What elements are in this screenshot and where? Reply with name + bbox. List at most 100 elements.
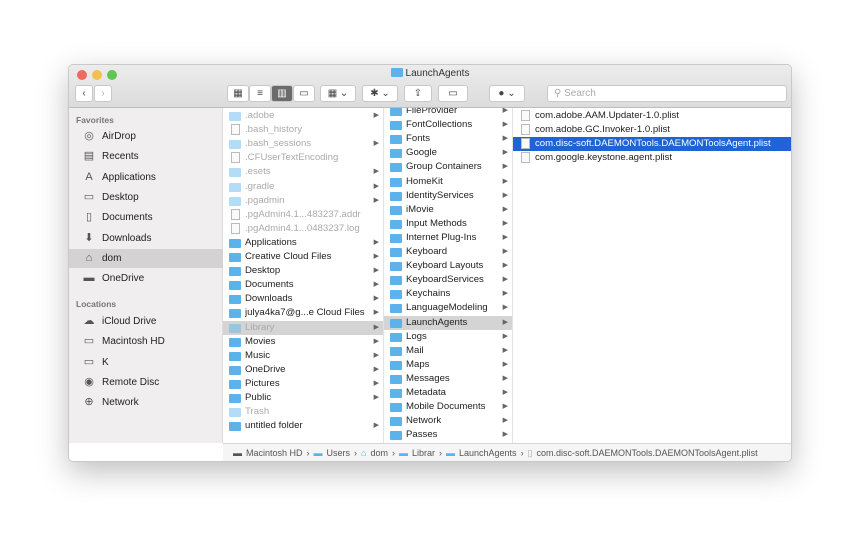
path-segment[interactable]: Librar xyxy=(412,448,435,458)
back-button[interactable]: ‹ xyxy=(75,85,93,102)
folder-item[interactable]: Metadata ▶ xyxy=(384,386,512,400)
folder-item[interactable]: Library ▶ xyxy=(223,320,383,335)
folder-item[interactable]: Internet Plug-Ins ▶ xyxy=(384,231,512,245)
folder-icon xyxy=(229,408,241,418)
folder-icon xyxy=(229,253,241,262)
folder-icon xyxy=(390,374,402,384)
folder-item[interactable]: Keyboard Layouts ▶ xyxy=(384,259,512,273)
folder-item[interactable]: Group Containers ▶ xyxy=(384,160,512,174)
sidebar-item-onedrive[interactable]: ▬ OneDrive xyxy=(69,269,223,288)
folder-item[interactable]: LaunchAgents ▶ xyxy=(384,315,512,330)
folder-item[interactable]: FontCollections ▶ xyxy=(384,118,512,132)
file-item[interactable]: .CFUserTextEncoding xyxy=(223,151,383,165)
sidebar-item-remote-disc[interactable]: ◉ Remote Disc xyxy=(69,373,223,392)
folder-item[interactable]: HomeKit ▶ xyxy=(384,175,512,189)
group-button[interactable]: ▦ ⌄ xyxy=(320,85,356,102)
column-launchagents[interactable]: com.adobe.AAM.Updater-1.0.plist com.adobe… xyxy=(513,108,791,443)
path-segment[interactable]: LaunchAgents xyxy=(459,448,517,458)
folder-item[interactable]: FileProvider ▶ xyxy=(384,108,512,118)
gallery-view-button[interactable]: ▭ xyxy=(293,85,315,102)
sidebar-item-recents[interactable]: ▤ Recents xyxy=(69,147,223,166)
tags-button[interactable]: ▭ xyxy=(438,85,468,102)
path-segment[interactable]: com.disc-soft.DAEMONTools.DAEMONToolsAge… xyxy=(537,448,758,458)
share-button[interactable]: ⇪ xyxy=(404,85,432,102)
folder-item[interactable]: Mobile Documents ▶ xyxy=(384,400,512,414)
folder-item[interactable]: Messages ▶ xyxy=(384,372,512,386)
folder-icon xyxy=(229,309,241,319)
folder-item[interactable]: Trash xyxy=(223,405,383,419)
folder-item[interactable]: Mail ▶ xyxy=(384,344,512,358)
file-item[interactable]: com.google.keystone.agent.plist xyxy=(513,151,791,165)
path-segment[interactable]: Users xyxy=(327,448,351,458)
action-gear-button[interactable]: ✱ ⌄ xyxy=(362,85,398,102)
folder-item[interactable]: Documents ▶ xyxy=(223,278,383,292)
sidebar-item-applications[interactable]: A Applications xyxy=(69,168,223,187)
sidebar-item-documents[interactable]: ▯ Documents xyxy=(69,208,223,227)
folder-item[interactable]: Public ▶ xyxy=(223,391,383,405)
folder-item[interactable]: Desktop ▶ xyxy=(223,264,383,278)
column-home[interactable]: .adobe ▶ .bash_history .bash_sessions ▶ .CFUs… xyxy=(223,108,384,443)
folder-item[interactable]: Passes ▶ xyxy=(384,428,512,442)
document-icon xyxy=(521,110,530,121)
folder-item[interactable]: Downloads ▶ xyxy=(223,292,383,306)
list-view-button[interactable]: ≡ xyxy=(249,85,271,102)
file-item[interactable]: .pgAdmin4.1...0483237.log xyxy=(223,222,383,236)
item-name: .CFUserTextEncoding xyxy=(245,152,339,164)
sidebar-item-dom[interactable]: ⌂ dom xyxy=(69,248,223,268)
sidebar-item-network[interactable]: ⊕ Network xyxy=(69,393,223,412)
item-name: Pictures xyxy=(245,377,280,389)
daemon-tools-button[interactable]: ● ⌄ xyxy=(489,85,525,102)
folder-item[interactable]: Pictures ▶ xyxy=(223,377,383,391)
sidebar-item-k[interactable]: ▭ K xyxy=(69,353,223,372)
file-item[interactable]: com.adobe.AAM.Updater-1.0.plist xyxy=(513,109,791,123)
folder-item[interactable]: KeyboardServices ▶ xyxy=(384,273,512,287)
forward-button[interactable]: › xyxy=(94,85,112,102)
search-input[interactable]: ⚲ Search xyxy=(547,85,787,102)
folder-item[interactable]: Fonts ▶ xyxy=(384,132,512,146)
item-name: Movies xyxy=(245,335,276,347)
path-segment[interactable]: dom xyxy=(370,448,388,458)
folder-item[interactable]: julya4ka7@g...e Cloud Files ▶ xyxy=(223,306,383,320)
sidebar-item-desktop[interactable]: ▭ Desktop xyxy=(69,188,223,207)
folder-item[interactable]: Keychains ▶ xyxy=(384,287,512,301)
column-library[interactable]: FileProvider ▶ FontCollections ▶ Fonts ▶ Googl… xyxy=(384,108,513,443)
folder-item[interactable]: .gradle ▶ xyxy=(223,180,383,194)
favorites-header: Favorites xyxy=(76,115,114,125)
folder-item[interactable]: Google ▶ xyxy=(384,146,512,160)
chevron-right-icon: ▶ xyxy=(502,318,508,326)
file-item[interactable]: .bash_history xyxy=(223,123,383,137)
folder-item[interactable]: Maps ▶ xyxy=(384,358,512,372)
folder-item[interactable]: .pgadmin ▶ xyxy=(223,194,383,208)
folder-item[interactable]: .esets ▶ xyxy=(223,165,383,179)
folder-item[interactable]: LanguageModeling ▶ xyxy=(384,301,512,315)
folder-item[interactable]: Keyboard ▶ xyxy=(384,245,512,259)
folder-item[interactable]: Creative Cloud Files ▶ xyxy=(223,250,383,264)
folder-item[interactable]: Logs ▶ xyxy=(384,330,512,344)
folder-item[interactable]: Input Methods ▶ xyxy=(384,217,512,231)
chevron-right-icon: ▶ xyxy=(502,219,508,227)
chevron-right-icon: ▶ xyxy=(502,248,508,255)
sidebar-item-macintosh-hd[interactable]: ▭ Macintosh HD xyxy=(69,332,223,351)
folder-item[interactable]: untitled folder ▶ xyxy=(223,419,383,433)
file-item[interactable]: com.disc-soft.DAEMONTools.DAEMONToolsAge… xyxy=(513,137,791,152)
folder-item[interactable]: .bash_sessions ▶ xyxy=(223,137,383,151)
column-view-button[interactable]: ▥ xyxy=(271,85,293,102)
sidebar-item-icloud-drive[interactable]: ☁ iCloud Drive xyxy=(69,312,223,331)
icon-view-button[interactable]: ▦ xyxy=(227,85,249,102)
file-item[interactable]: com.adobe.GC.Invoker-1.0.plist xyxy=(513,123,791,137)
folder-item[interactable]: OneDrive ▶ xyxy=(223,363,383,377)
folder-item[interactable]: iMovie ▶ xyxy=(384,203,512,217)
chevron-right-icon: ▶ xyxy=(373,281,379,289)
sidebar-item-downloads[interactable]: ⬇ Downloads xyxy=(69,229,223,248)
file-item[interactable]: .pgAdmin4.1...483237.addr xyxy=(223,208,383,222)
path-segment[interactable]: Macintosh HD xyxy=(246,448,303,458)
folder-item[interactable]: Applications ▶ xyxy=(223,236,383,250)
folder-item[interactable]: Music ▶ xyxy=(223,349,383,363)
sidebar-item-airdrop[interactable]: ◎ AirDrop xyxy=(69,127,223,146)
folder-icon xyxy=(390,332,402,342)
folder-item[interactable]: .adobe ▶ xyxy=(223,109,383,123)
chevron-right-icon: ▶ xyxy=(373,253,379,260)
folder-item[interactable]: Network ▶ xyxy=(384,414,512,428)
folder-item[interactable]: IdentityServices ▶ xyxy=(384,189,512,203)
folder-item[interactable]: Movies ▶ xyxy=(223,335,383,349)
